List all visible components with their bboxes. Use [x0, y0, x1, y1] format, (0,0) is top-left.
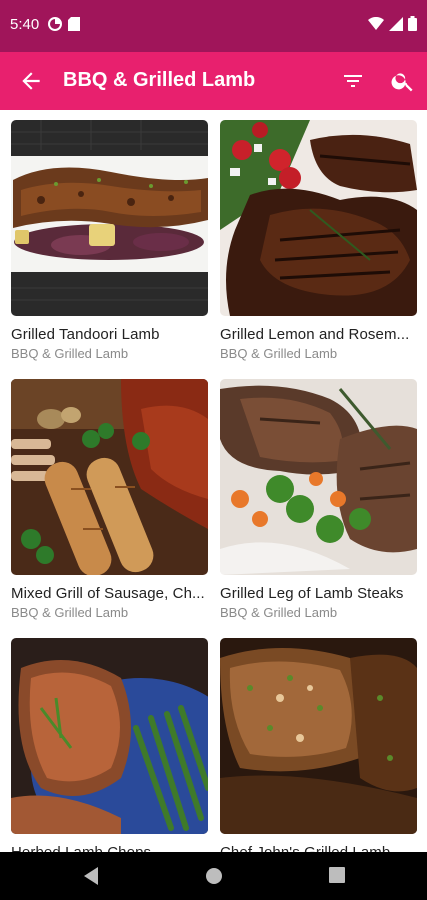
arrow-back-icon[interactable] — [18, 68, 44, 94]
sd-card-icon — [68, 17, 80, 31]
recipe-card[interactable]: Mixed Grill of Sausage, Ch... BBQ & Gril… — [11, 379, 208, 620]
recipe-image — [220, 638, 417, 834]
recipe-card[interactable]: Grilled Tandoori Lamb BBQ & Grilled Lamb — [11, 120, 208, 361]
wifi-icon — [368, 16, 384, 30]
data-saver-icon — [48, 17, 62, 31]
signal-icon — [389, 16, 403, 31]
battery-icon — [408, 16, 417, 31]
nav-home-icon[interactable] — [204, 866, 224, 886]
recipe-card[interactable]: Herbed Lamb Chops — [11, 638, 208, 852]
status-bar: 5:40 — [0, 0, 427, 52]
nav-recents-icon[interactable] — [328, 866, 346, 884]
recipe-image — [220, 120, 417, 316]
recipe-title: Grilled Leg of Lamb Steaks — [220, 585, 404, 602]
page-title: BBQ & Grilled Lamb — [63, 69, 256, 91]
filter-icon[interactable] — [341, 69, 365, 93]
recipe-card[interactable]: Grilled Lemon and Rosem... BBQ & Grilled… — [220, 120, 417, 361]
search-icon[interactable] — [390, 68, 416, 94]
recipe-image — [11, 120, 208, 316]
app-bar: BBQ & Grilled Lamb — [0, 52, 427, 110]
status-system-icons — [368, 16, 417, 31]
recipe-category: BBQ & Grilled Lamb — [11, 605, 129, 620]
recipe-image — [220, 379, 417, 575]
recipe-title: Chef John's Grilled Lamb — [220, 844, 417, 852]
system-navigation-bar — [0, 852, 427, 900]
recipe-category: BBQ & Grilled Lamb — [220, 605, 338, 620]
recipe-title: Herbed Lamb Chops — [11, 844, 208, 852]
recipe-image — [11, 379, 208, 575]
recipe-category: BBQ & Grilled Lamb — [220, 346, 338, 361]
recipe-title: Grilled Tandoori Lamb — [11, 326, 160, 343]
recipe-image — [11, 638, 208, 834]
nav-back-icon[interactable] — [82, 866, 100, 886]
recipe-grid: Grilled Tandoori Lamb BBQ & Grilled Lamb — [0, 110, 427, 852]
recipe-title: Grilled Lemon and Rosem... — [220, 326, 410, 343]
status-time: 5:40 — [10, 16, 40, 33]
status-notification-icons — [48, 17, 80, 31]
recipe-title: Mixed Grill of Sausage, Ch... — [11, 585, 205, 602]
recipe-card[interactable]: Grilled Leg of Lamb Steaks BBQ & Grilled… — [220, 379, 417, 620]
recipe-category: BBQ & Grilled Lamb — [11, 346, 129, 361]
recipe-card[interactable]: Chef John's Grilled Lamb — [220, 638, 417, 852]
